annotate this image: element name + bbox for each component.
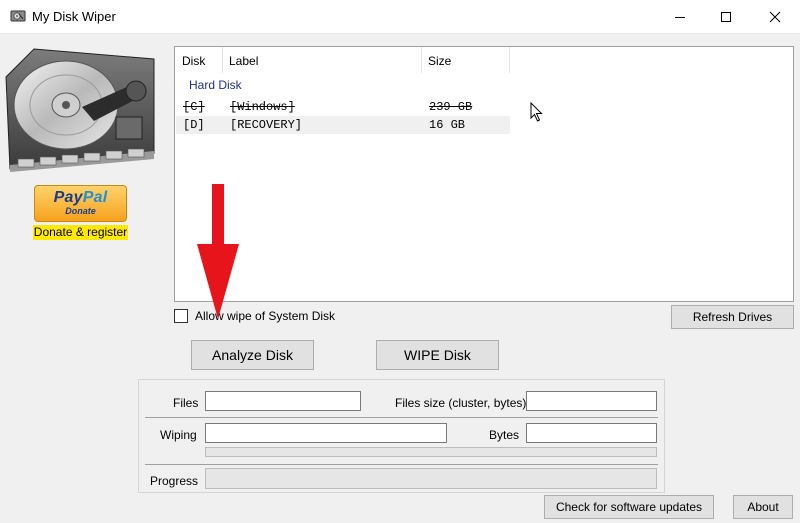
bytes-field — [526, 423, 657, 443]
overall-progress-bar — [205, 468, 657, 489]
red-arrow-icon — [197, 184, 239, 319]
close-icon — [769, 11, 781, 22]
main-window: PayPal Donate Donate & register Disk Lab… — [0, 34, 800, 523]
maximize-icon — [721, 11, 731, 22]
files-size-label: Files size (cluster, bytes) — [395, 396, 527, 410]
divider — [145, 464, 658, 465]
stats-panel: Files Files size (cluster, bytes) Wiping… — [138, 379, 665, 493]
wipe-disk-button[interactable]: WIPE Disk — [376, 340, 499, 370]
paypal-logo: PayPal — [53, 189, 108, 206]
files-size-field — [526, 391, 657, 411]
wiping-label: Wiping — [160, 428, 197, 442]
wiping-field — [205, 423, 447, 443]
disk-row-d[interactable]: [D] [RECOVERY] 16 GB — [176, 116, 510, 134]
disk-app-icon — [10, 10, 26, 22]
column-header-disk[interactable]: Disk — [182, 54, 205, 68]
files-label: Files — [173, 396, 199, 410]
column-separator[interactable] — [222, 47, 223, 73]
mouse-cursor-icon — [530, 102, 543, 122]
column-separator[interactable] — [509, 47, 510, 73]
check-updates-button[interactable]: Check for software updates — [544, 495, 714, 519]
disk-letter: [D] — [183, 118, 205, 132]
bytes-label: Bytes — [489, 428, 520, 442]
wiping-progress-bar — [205, 447, 657, 457]
allow-system-wipe-checkbox[interactable] — [174, 309, 188, 323]
group-header-hard-disk: Hard Disk — [189, 78, 242, 92]
disk-letter: [C] — [183, 100, 205, 114]
about-button[interactable]: About — [733, 495, 793, 519]
disk-size: 239 GB — [429, 100, 473, 114]
disk-label: [RECOVERY] — [230, 118, 303, 132]
disk-list[interactable]: Disk Label Size Hard Disk [C] [Windows] … — [174, 46, 794, 302]
paypal-donate-label: Donate — [65, 206, 96, 216]
minimize-icon — [675, 16, 685, 18]
maximize-button[interactable] — [703, 0, 749, 33]
paypal-donate-button[interactable]: PayPal Donate — [34, 185, 127, 222]
files-field — [205, 391, 361, 411]
disk-row-c[interactable]: [C] [Windows] 239 GB — [176, 98, 510, 116]
minimize-button[interactable] — [657, 0, 703, 33]
hard-disk-icon — [5, 48, 155, 172]
title-bar: My Disk Wiper — [0, 0, 800, 34]
column-header-size[interactable]: Size — [428, 54, 451, 68]
analyze-disk-button[interactable]: Analyze Disk — [191, 340, 314, 370]
disk-size: 16 GB — [429, 118, 466, 132]
disk-list-header: Disk Label Size — [175, 47, 793, 73]
divider — [145, 417, 658, 418]
column-separator[interactable] — [421, 47, 422, 73]
column-header-label[interactable]: Label — [229, 54, 258, 68]
donate-register-link[interactable]: Donate & register — [33, 225, 128, 240]
window-title: My Disk Wiper — [32, 9, 116, 24]
refresh-drives-button[interactable]: Refresh Drives — [671, 305, 794, 329]
close-button[interactable] — [752, 0, 798, 33]
progress-label: Progress — [150, 474, 199, 488]
disk-label: [Windows] — [230, 100, 295, 114]
